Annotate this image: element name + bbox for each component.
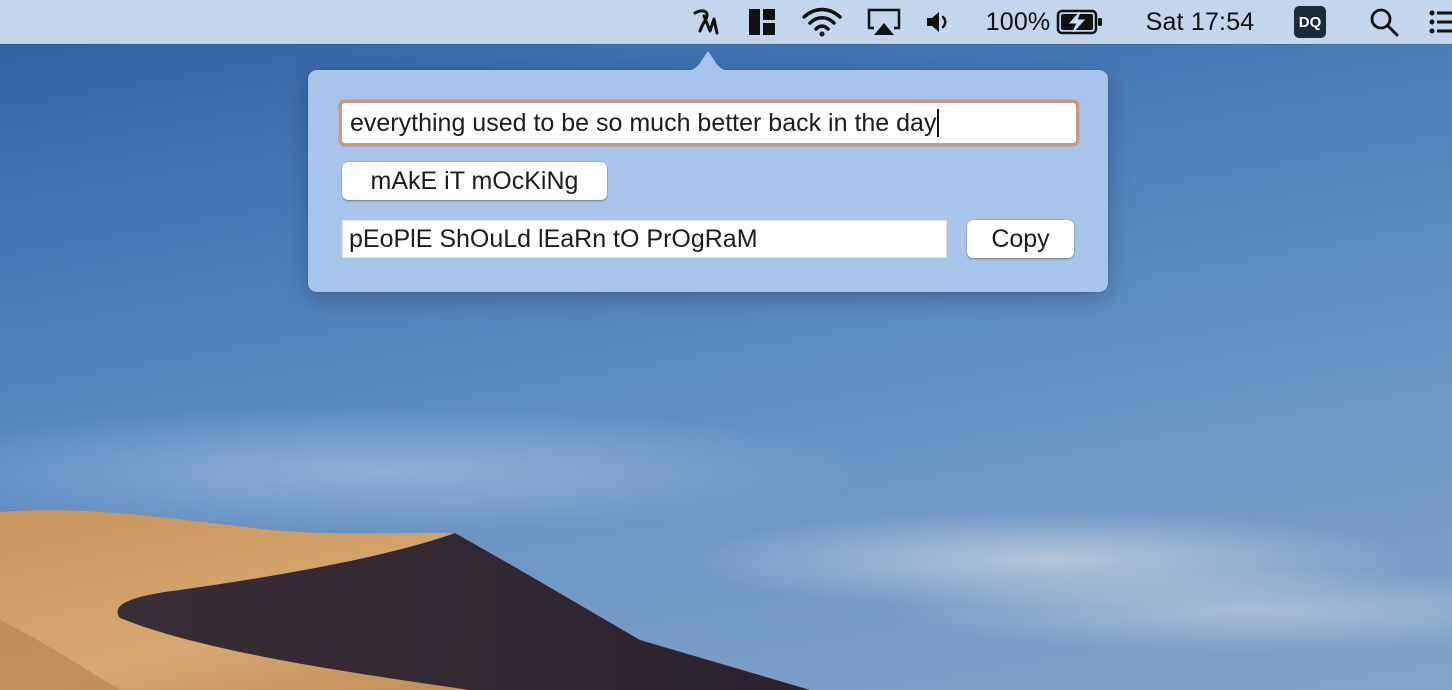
volume-icon[interactable] xyxy=(923,0,955,44)
copy-button[interactable]: Copy xyxy=(967,220,1074,258)
layout-grid-icon[interactable] xyxy=(747,0,777,44)
menu-bar: 100% Sat 17:54 DQ xyxy=(0,0,1452,44)
battery-percentage: 100% xyxy=(985,7,1051,36)
control-list-icon[interactable] xyxy=(1428,0,1452,44)
mocking-app-icon[interactable] xyxy=(690,0,724,44)
source-text-input[interactable]: everything used to be so much better bac… xyxy=(342,103,1076,143)
popover-arrow xyxy=(683,51,733,71)
wifi-icon[interactable] xyxy=(800,0,844,44)
search-icon[interactable] xyxy=(1368,0,1400,44)
battery-charging-icon[interactable] xyxy=(1055,0,1105,44)
make-it-mocking-button[interactable]: mAkE iT mOcKiNg xyxy=(342,162,607,200)
menu-clock[interactable]: Sat 17:54 xyxy=(1135,0,1265,44)
source-text-value: everything used to be so much better bac… xyxy=(350,108,937,137)
desktop-wallpaper: 100% Sat 17:54 DQ everything used to be … xyxy=(0,0,1452,690)
profile-initials: DQ xyxy=(1294,6,1326,38)
text-caret xyxy=(937,109,940,137)
profile-icon[interactable]: DQ xyxy=(1294,0,1326,44)
airplay-icon[interactable] xyxy=(864,0,904,44)
mocking-output-field[interactable]: pEoPlE ShOuLd lEaRn tO PrOgRaM xyxy=(342,220,947,258)
